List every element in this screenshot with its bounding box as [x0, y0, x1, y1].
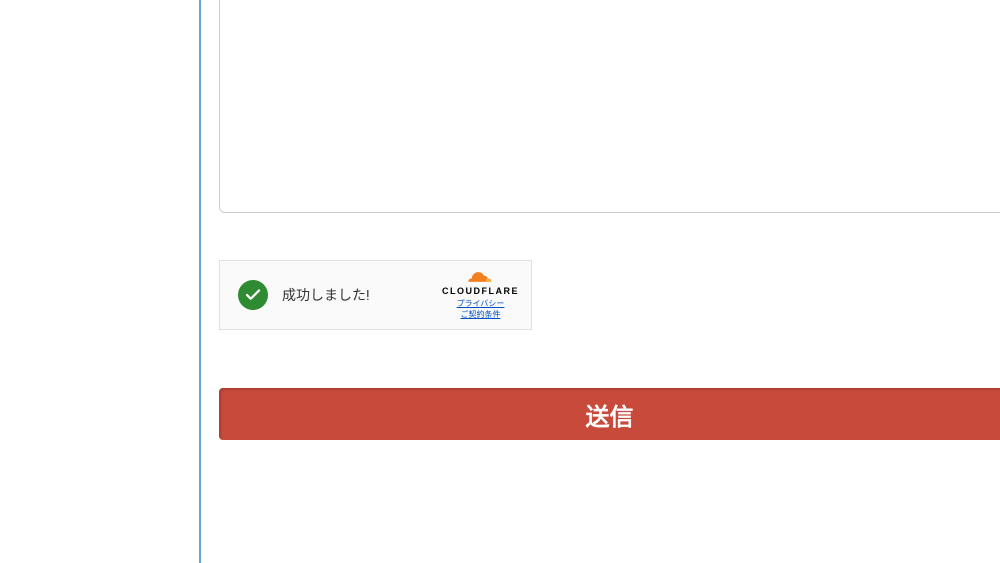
cloudflare-logo: CLOUDFLARE: [442, 270, 519, 298]
cloudflare-brand-text: CLOUDFLARE: [442, 286, 519, 298]
submit-button[interactable]: 送信: [219, 388, 1000, 440]
terms-link[interactable]: ご契約条件: [461, 310, 501, 320]
captcha-branding: CLOUDFLARE プライバシー ご契約条件: [442, 270, 519, 320]
captcha-status-text: 成功しました!: [282, 285, 442, 305]
cloudflare-captcha: 成功しました! CLOUDFLARE プライバシー ご契約条件: [219, 260, 532, 330]
vertical-divider: [199, 0, 201, 563]
check-success-icon: [238, 280, 268, 310]
cloud-icon: [467, 270, 495, 284]
message-textarea[interactable]: [219, 0, 1000, 213]
privacy-link[interactable]: プライバシー: [457, 299, 505, 309]
